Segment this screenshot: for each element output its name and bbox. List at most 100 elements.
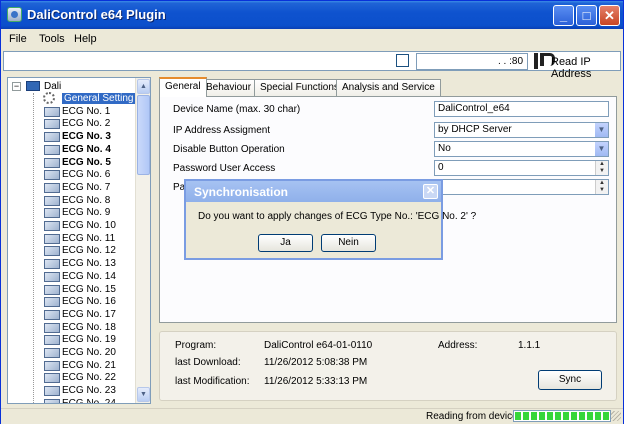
- maximize-button[interactable]: □: [576, 5, 597, 26]
- sync-button[interactable]: Sync: [538, 370, 602, 390]
- device-tree[interactable]: − Dali General Setting ECG No. 1 ECG No. 2…: [7, 77, 151, 404]
- program-label: Program:: [175, 340, 217, 351]
- tree-item-ecg[interactable]: ECG No. 24: [8, 397, 136, 403]
- dali-bus-icon: [26, 81, 40, 91]
- tree-root[interactable]: − Dali: [8, 79, 136, 92]
- tab-analysis-service[interactable]: Analysis and Service: [336, 79, 441, 96]
- tab-behaviour[interactable]: Behaviour: [200, 79, 258, 96]
- tree-item-ecg[interactable]: ECG No. 18: [8, 321, 136, 334]
- tree-item-ecg[interactable]: ECG No. 23: [8, 384, 136, 397]
- tree-item-ecg[interactable]: ECG No. 1: [8, 105, 136, 118]
- dialog-title: Synchronisation: [194, 185, 289, 199]
- app-window: DaliControl e64 Plugin _ □ ✕ File Tools …: [0, 0, 624, 424]
- read-ip-address-button[interactable]: Read IP Address: [551, 56, 623, 80]
- scroll-up-icon[interactable]: ▲: [137, 79, 150, 94]
- ecg-device-icon: [44, 271, 60, 282]
- no-button[interactable]: Nein: [321, 234, 376, 252]
- tree-item-ecg[interactable]: ECG No. 6: [8, 168, 136, 181]
- tree-item-label: ECG No. 8: [62, 194, 111, 206]
- app-icon: [7, 7, 22, 22]
- tree-item-label: ECG No. 19: [62, 334, 116, 346]
- scroll-down-icon[interactable]: ▼: [137, 387, 150, 402]
- ecg-device-icon: [44, 348, 60, 358]
- resize-grip-icon[interactable]: [611, 411, 621, 421]
- tree-item-ecg[interactable]: ECG No. 3: [8, 130, 136, 143]
- tree-item-ecg[interactable]: ECG No. 22: [8, 371, 136, 384]
- menu-help[interactable]: Help: [74, 33, 97, 45]
- progress-bar: [513, 410, 611, 422]
- tree-item-ecg[interactable]: ECG No. 2: [8, 117, 136, 130]
- program-value: DaliControl e64-01-0110: [264, 340, 373, 351]
- tree-item-ecg[interactable]: ECG No. 15: [8, 283, 136, 296]
- tree-scrollbar[interactable]: ▲ ▼: [135, 78, 150, 403]
- tree-item-label: ECG No. 21: [62, 359, 116, 371]
- toolbar-checkbox[interactable]: [396, 54, 409, 67]
- tree-item-ecg[interactable]: ECG No. 7: [8, 181, 136, 194]
- chevron-down-icon[interactable]: ▼: [594, 123, 608, 137]
- tree-item-label: ECG No. 12: [62, 245, 116, 257]
- tree-item-ecg[interactable]: ECG No. 16: [8, 295, 136, 308]
- minimize-button[interactable]: _: [553, 5, 574, 26]
- tree-item-ecg[interactable]: ECG No. 17: [8, 308, 136, 321]
- tree-item-label: ECG No. 5: [62, 156, 111, 168]
- ecg-device-icon: [44, 195, 60, 206]
- password-user-value: 0: [438, 162, 444, 173]
- dialog-message: Do you want to apply changes of ECG Type…: [198, 211, 477, 222]
- ecg-device-icon: [44, 221, 60, 231]
- last-download-value: 11/26/2012 5:08:38 PM: [264, 357, 368, 368]
- tree-item-ecg[interactable]: ECG No. 4: [8, 143, 136, 156]
- ip-icon[interactable]: [534, 53, 555, 69]
- tab-general[interactable]: General: [159, 77, 207, 97]
- tree-item-label: ECG No. 1: [62, 105, 111, 117]
- tree-item-ecg[interactable]: ECG No. 19: [8, 333, 136, 346]
- disable-button-label: Disable Button Operation: [173, 144, 285, 155]
- yes-button[interactable]: Ja: [258, 234, 313, 252]
- tree-item-ecg[interactable]: ECG No. 14: [8, 270, 136, 283]
- ecg-device-icon: [44, 233, 60, 244]
- password-2-spinner[interactable]: ▲ ▼: [434, 179, 609, 195]
- ecg-device-icon: [44, 335, 60, 346]
- menu-tools[interactable]: Tools: [39, 33, 65, 45]
- tree-item-general-setting[interactable]: General Setting: [8, 92, 136, 105]
- ip-address-input[interactable]: . . :80: [416, 53, 528, 70]
- spinner-icon[interactable]: ▲ ▼: [595, 161, 608, 175]
- tree-item-label: ECG No. 2: [62, 118, 111, 130]
- disable-button-select[interactable]: No ▼: [434, 141, 609, 157]
- tree-item-ecg[interactable]: ECG No. 13: [8, 257, 136, 270]
- spinner-icon[interactable]: ▲ ▼: [595, 180, 608, 194]
- tree-item-ecg[interactable]: ECG No. 5: [8, 156, 136, 169]
- ecg-device-icon: [44, 208, 60, 219]
- collapse-icon[interactable]: −: [12, 82, 21, 91]
- ecg-device-icon: [44, 360, 60, 371]
- ip-assign-select[interactable]: by DHCP Server ▼: [434, 122, 609, 138]
- ecg-device-icon: [44, 322, 60, 333]
- tree-item-ecg[interactable]: ECG No. 8: [8, 194, 136, 207]
- dialog-title-bar[interactable]: Synchronisation ✕: [186, 181, 441, 202]
- ecg-device-icon: [44, 157, 60, 168]
- tree-root-label: Dali: [44, 81, 62, 92]
- tree-item-label: ECG No. 20: [62, 347, 116, 358]
- tree-item-ecg[interactable]: ECG No. 21: [8, 359, 136, 372]
- ecg-device-icon: [44, 246, 60, 257]
- tree-item-ecg[interactable]: ECG No. 20: [8, 346, 136, 359]
- progress-fill: [515, 412, 609, 420]
- last-modification-value: 11/26/2012 5:33:13 PM: [264, 376, 368, 387]
- tree-item-ecg[interactable]: ECG No. 11: [8, 232, 136, 245]
- tree-item-ecg[interactable]: ECG No. 10: [8, 219, 136, 232]
- window-title: DaliControl e64 Plugin: [27, 7, 166, 22]
- tab-special-functions[interactable]: Special Functions: [254, 79, 345, 96]
- tree-item-ecg[interactable]: ECG No. 9: [8, 206, 136, 219]
- ecg-device-icon: [44, 144, 60, 155]
- tree-item-label: ECG No. 4: [62, 143, 111, 155]
- menu-file[interactable]: File: [9, 33, 27, 45]
- gear-icon: [43, 92, 55, 104]
- chevron-down-icon[interactable]: ▼: [594, 142, 608, 156]
- dialog-close-icon[interactable]: ✕: [423, 184, 438, 199]
- password-user-spinner[interactable]: 0 ▲ ▼: [434, 160, 609, 176]
- tree-item-ecg[interactable]: ECG No. 12: [8, 244, 136, 257]
- device-name-field[interactable]: DaliControl_e64: [434, 101, 609, 117]
- close-button[interactable]: ✕: [599, 5, 620, 26]
- tree-item-label: General Setting: [62, 93, 136, 104]
- title-bar[interactable]: DaliControl e64 Plugin _ □ ✕: [1, 1, 623, 29]
- scroll-thumb[interactable]: [137, 95, 150, 175]
